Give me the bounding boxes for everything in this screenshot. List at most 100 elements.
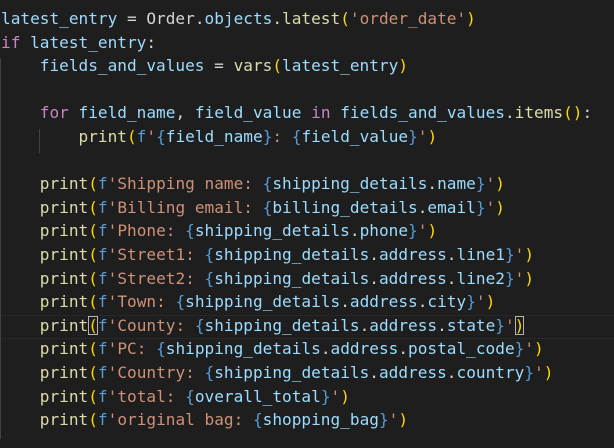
code-token: ) xyxy=(495,174,505,194)
code-token: ( xyxy=(88,268,98,288)
code-token: } xyxy=(408,127,418,146)
code-token: ( xyxy=(88,339,98,359)
code-token: { xyxy=(185,221,195,241)
code-line[interactable]: print(f'Shipping name: {shipping_details… xyxy=(1,172,505,196)
code-editor[interactable]: latest_entry = Order.objects.latest('ord… xyxy=(0,0,614,448)
code-token: . xyxy=(369,245,379,264)
code-line[interactable]: print(f'Phone: {shipping_details.phone}'… xyxy=(1,219,437,243)
code-token: . xyxy=(504,103,515,123)
code-token: in xyxy=(311,103,331,123)
code-token: . xyxy=(369,363,379,382)
code-token: { xyxy=(185,386,195,406)
code-token: 'PC: xyxy=(107,339,157,359)
code-line[interactable]: print(f'Country: {shipping_details.addre… xyxy=(1,361,554,385)
code-token: 'total: xyxy=(107,386,186,406)
code-token: ( xyxy=(88,410,98,430)
code-token: ' xyxy=(475,292,486,312)
code-token: . xyxy=(446,268,457,288)
code-token: . xyxy=(398,339,409,359)
code-token: state xyxy=(446,315,496,335)
code-token: shipping_details xyxy=(272,174,428,194)
code-token: 'Shipping name: xyxy=(107,174,263,194)
code-token: shipping_details xyxy=(165,339,321,359)
code-token: print xyxy=(39,268,89,288)
code-token: field_name xyxy=(78,103,176,123)
code-token: { xyxy=(252,410,263,430)
code-token: line2 xyxy=(456,268,505,288)
code-token: = xyxy=(117,9,147,28)
code-line[interactable]: latest_entry = Order.objects.latest('ord… xyxy=(1,7,476,31)
code-token: print xyxy=(39,363,89,382)
code-token: ) xyxy=(514,315,525,335)
code-token: Order xyxy=(146,9,195,28)
code-token: print xyxy=(39,339,89,359)
code-token: . xyxy=(272,9,283,28)
code-token: ) xyxy=(427,221,438,241)
code-line[interactable]: print(f'County: {shipping_details.addres… xyxy=(1,314,525,338)
code-token: fields_and_values xyxy=(39,56,205,76)
code-token: ' xyxy=(485,174,496,194)
code-token: postal_code xyxy=(408,339,515,359)
code-token: 'order_date' xyxy=(349,9,467,28)
code-token: shipping_details xyxy=(194,221,350,241)
code-line[interactable]: print(f'PC: {shipping_details.address.po… xyxy=(1,337,544,361)
code-token: 'Street1: xyxy=(107,245,205,264)
code-token: { xyxy=(204,268,215,288)
code-token: } xyxy=(408,221,418,241)
code-line[interactable]: print(f'original bag: {shopping_bag}') xyxy=(1,408,408,432)
code-token: f xyxy=(97,292,108,312)
code-token: shipping_details xyxy=(185,292,341,312)
code-token: email xyxy=(427,197,476,217)
code-token: print xyxy=(39,174,89,194)
code-token: shipping_details xyxy=(214,245,370,264)
code-token: ( xyxy=(340,9,350,28)
code-token: ) xyxy=(466,9,476,28)
code-token: f xyxy=(97,174,108,194)
code-token: . xyxy=(320,339,331,359)
code-line[interactable]: print(f'total: {overall_total}') xyxy=(1,385,350,409)
code-token: address xyxy=(378,245,447,264)
code-token: print xyxy=(39,410,89,430)
code-line[interactable]: print(f'Billing email: {billing_details.… xyxy=(1,196,505,220)
code-token: address xyxy=(349,292,418,312)
code-token: print xyxy=(39,292,89,312)
code-token: city xyxy=(427,292,467,312)
code-token: f xyxy=(97,197,108,217)
code-token: . xyxy=(437,315,447,335)
code-token: } xyxy=(378,410,389,430)
code-line[interactable]: for field_name, field_value in fields_an… xyxy=(1,101,592,125)
code-token: for xyxy=(39,103,69,123)
code-token: ) xyxy=(524,268,535,288)
code-token: ( xyxy=(88,386,98,406)
code-token: items xyxy=(514,103,564,123)
code-token: 'County: xyxy=(107,315,195,335)
code-token: print xyxy=(39,197,89,217)
code-token: ) xyxy=(543,363,554,382)
code-token: f xyxy=(97,268,108,288)
code-token: f xyxy=(97,315,108,335)
code-token: { xyxy=(204,363,215,382)
code-token: ( xyxy=(272,56,283,76)
code-token: = xyxy=(204,56,234,76)
code-token: 'Country: xyxy=(107,363,205,382)
code-line[interactable]: print(f'{field_name}: {field_value}') xyxy=(1,125,438,149)
code-line[interactable]: fields_and_values = vars(latest_entry) xyxy=(1,54,408,78)
code-token: } xyxy=(524,363,535,382)
code-token: ( xyxy=(88,245,98,264)
code-token: ' xyxy=(485,197,496,217)
code-token: . xyxy=(349,221,360,241)
code-token: . xyxy=(446,245,457,264)
code-line[interactable]: print(f'Street1: {shipping_details.addre… xyxy=(1,243,534,267)
code-line[interactable]: if latest_entry: xyxy=(1,31,156,55)
code-token: ( xyxy=(88,174,98,194)
code-token: { xyxy=(156,127,166,146)
code-line[interactable]: print(f'Street2: {shipping_details.addre… xyxy=(1,267,534,291)
code-token: latest_entry xyxy=(1,9,118,28)
code-token: : xyxy=(582,103,593,123)
code-token: objects xyxy=(204,9,273,28)
code-token: vars xyxy=(233,56,273,76)
code-line[interactable]: print(f'Town: {shipping_details.address.… xyxy=(1,290,496,314)
code-token: ' xyxy=(514,268,525,288)
